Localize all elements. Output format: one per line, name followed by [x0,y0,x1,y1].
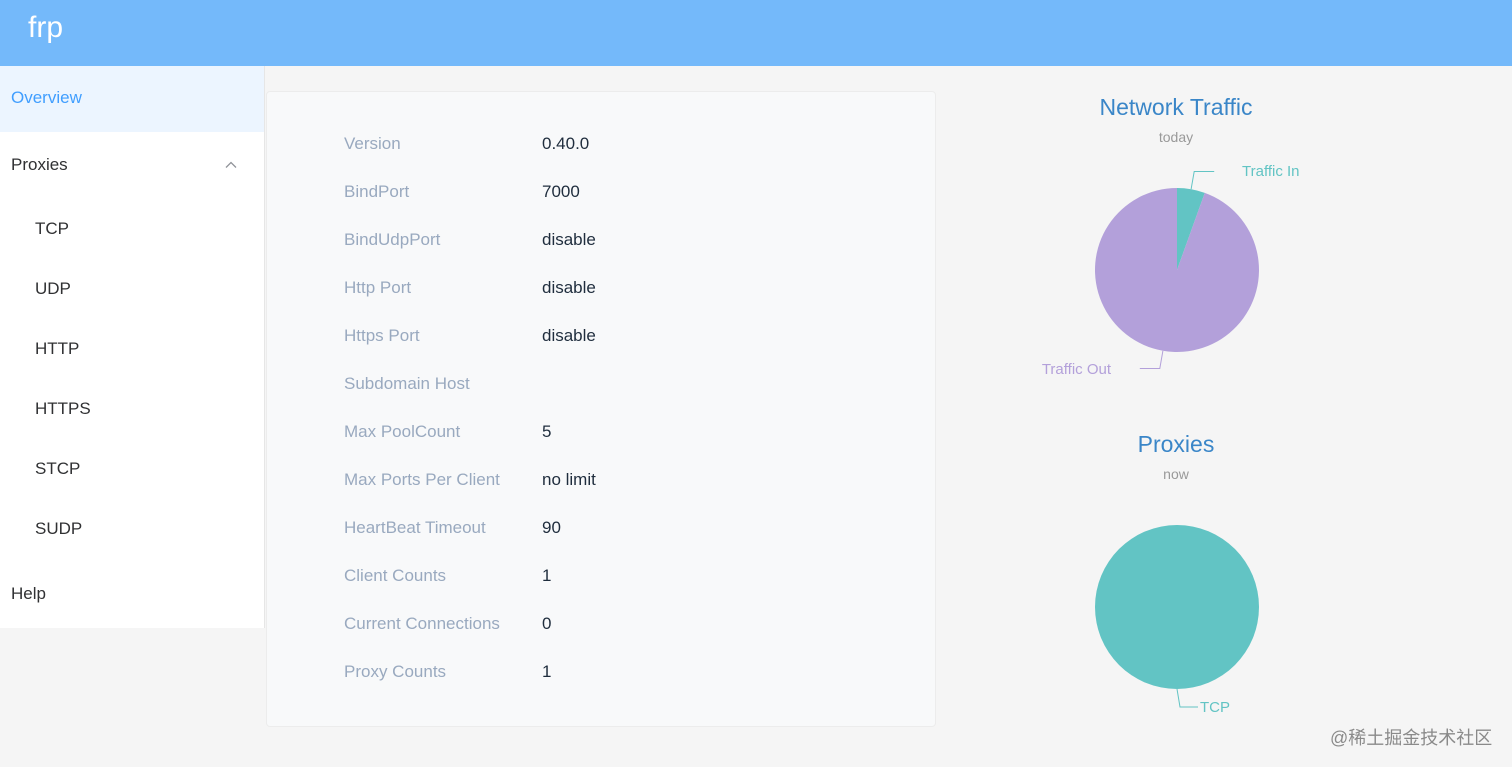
sidebar-item-udp[interactable]: UDP [0,260,264,320]
sidebar-item-stcp[interactable]: STCP [0,440,264,500]
label-line-tcp [1176,688,1198,708]
info-row-current-connections: Current Connections 0 [267,610,935,640]
info-value: disable [542,230,596,249]
sidebar-item-http[interactable]: HTTP [0,320,264,380]
label-line-traffic-out [1139,350,1164,369]
info-value: 90 [542,518,561,537]
info-value: disable [542,278,596,297]
proxies-pie-chart: TCP [1095,525,1259,716]
sidebar-item-help[interactable]: Help [0,562,264,628]
traffic-pie-chart: Traffic In Traffic Out [1042,163,1300,378]
sidebar-item-label: UDP [35,279,71,298]
info-row-max-poolcount: Max PoolCount 5 [267,418,935,448]
sidebar-item-label: SUDP [35,519,83,538]
server-info-panel: Version 0.40.0 BindPort 7000 BindUdpPort… [266,91,936,727]
info-key: Http Port [344,278,412,297]
info-value: 5 [542,422,552,441]
info-value: 7000 [542,182,580,201]
proxies-chart-title: Proxies [1137,431,1215,457]
sidebar-item-label: TCP [35,219,69,238]
info-key: Max Ports Per Client [344,470,500,489]
pie-label-tcp: TCP [1200,699,1230,716]
sidebar-item-label: Help [11,584,46,603]
sidebar-item-label: HTTP [35,339,80,358]
info-row-max-ports-per-client: Max Ports Per Client no limit [267,466,935,496]
info-value: disable [542,326,596,345]
info-key: Https Port [344,326,420,345]
info-key: Client Counts [344,566,447,585]
sidebar-item-label: HTTPS [35,399,91,418]
info-row-bindudpport: BindUdpPort disable [267,226,935,256]
info-key: BindUdpPort [344,230,441,249]
pie-slice-tcp[interactable] [1095,525,1259,689]
sidebar-item-label: STCP [35,459,81,478]
label-line-traffic-in [1190,171,1215,190]
info-row-bindport: BindPort 7000 [267,178,935,208]
sidebar-item-overview[interactable]: Overview [0,66,264,132]
traffic-chart-title: Network Traffic [1099,94,1253,120]
sidebar: Overview Proxies TCP UDP HTTP HTTPS STCP… [0,66,265,628]
sidebar-item-label: Proxies [11,155,68,174]
info-value: 0 [542,614,552,633]
traffic-chart-subtitle: today [1158,129,1194,145]
pie-slice-traffic-out[interactable] [1094,188,1259,352]
sidebar-item-tcp[interactable]: TCP [0,200,264,260]
pie-label-traffic-out: Traffic Out [1042,361,1112,378]
info-key: Subdomain Host [344,374,470,393]
info-row-heartbeat-timeout: HeartBeat Timeout 90 [267,514,935,544]
info-value: no limit [542,470,596,489]
chevron-up-icon [225,161,237,168]
info-value: 0.40.0 [542,134,590,153]
sidebar-item-label: Overview [11,88,82,107]
info-row-http-port: Http Port disable [267,274,935,304]
info-key: HeartBeat Timeout [344,518,486,537]
sidebar-item-https[interactable]: HTTPS [0,380,264,440]
info-value: 1 [542,662,552,681]
info-key: Version [344,134,401,153]
top-header: frp [0,0,1512,66]
info-key: BindPort [344,182,410,201]
sidebar-item-proxies[interactable]: Proxies [0,133,264,199]
info-row-subdomain-host: Subdomain Host [267,370,935,400]
info-key: Max PoolCount [344,422,461,441]
info-key: Proxy Counts [344,662,447,681]
info-value: 1 [542,566,552,585]
info-row-client-counts: Client Counts 1 [267,562,935,592]
info-row-proxy-counts: Proxy Counts 1 [267,658,935,688]
info-row-https-port: Https Port disable [267,322,935,352]
pie-label-traffic-in: Traffic In [1242,163,1300,180]
info-row-version: Version 0.40.0 [267,130,935,160]
app-brand[interactable]: frp [28,10,63,46]
watermark-text: @稀土掘金技术社区 [1330,728,1493,748]
sidebar-item-sudp[interactable]: SUDP [0,500,264,560]
info-key: Current Connections [344,614,500,633]
proxies-chart-subtitle: now [1163,466,1189,482]
